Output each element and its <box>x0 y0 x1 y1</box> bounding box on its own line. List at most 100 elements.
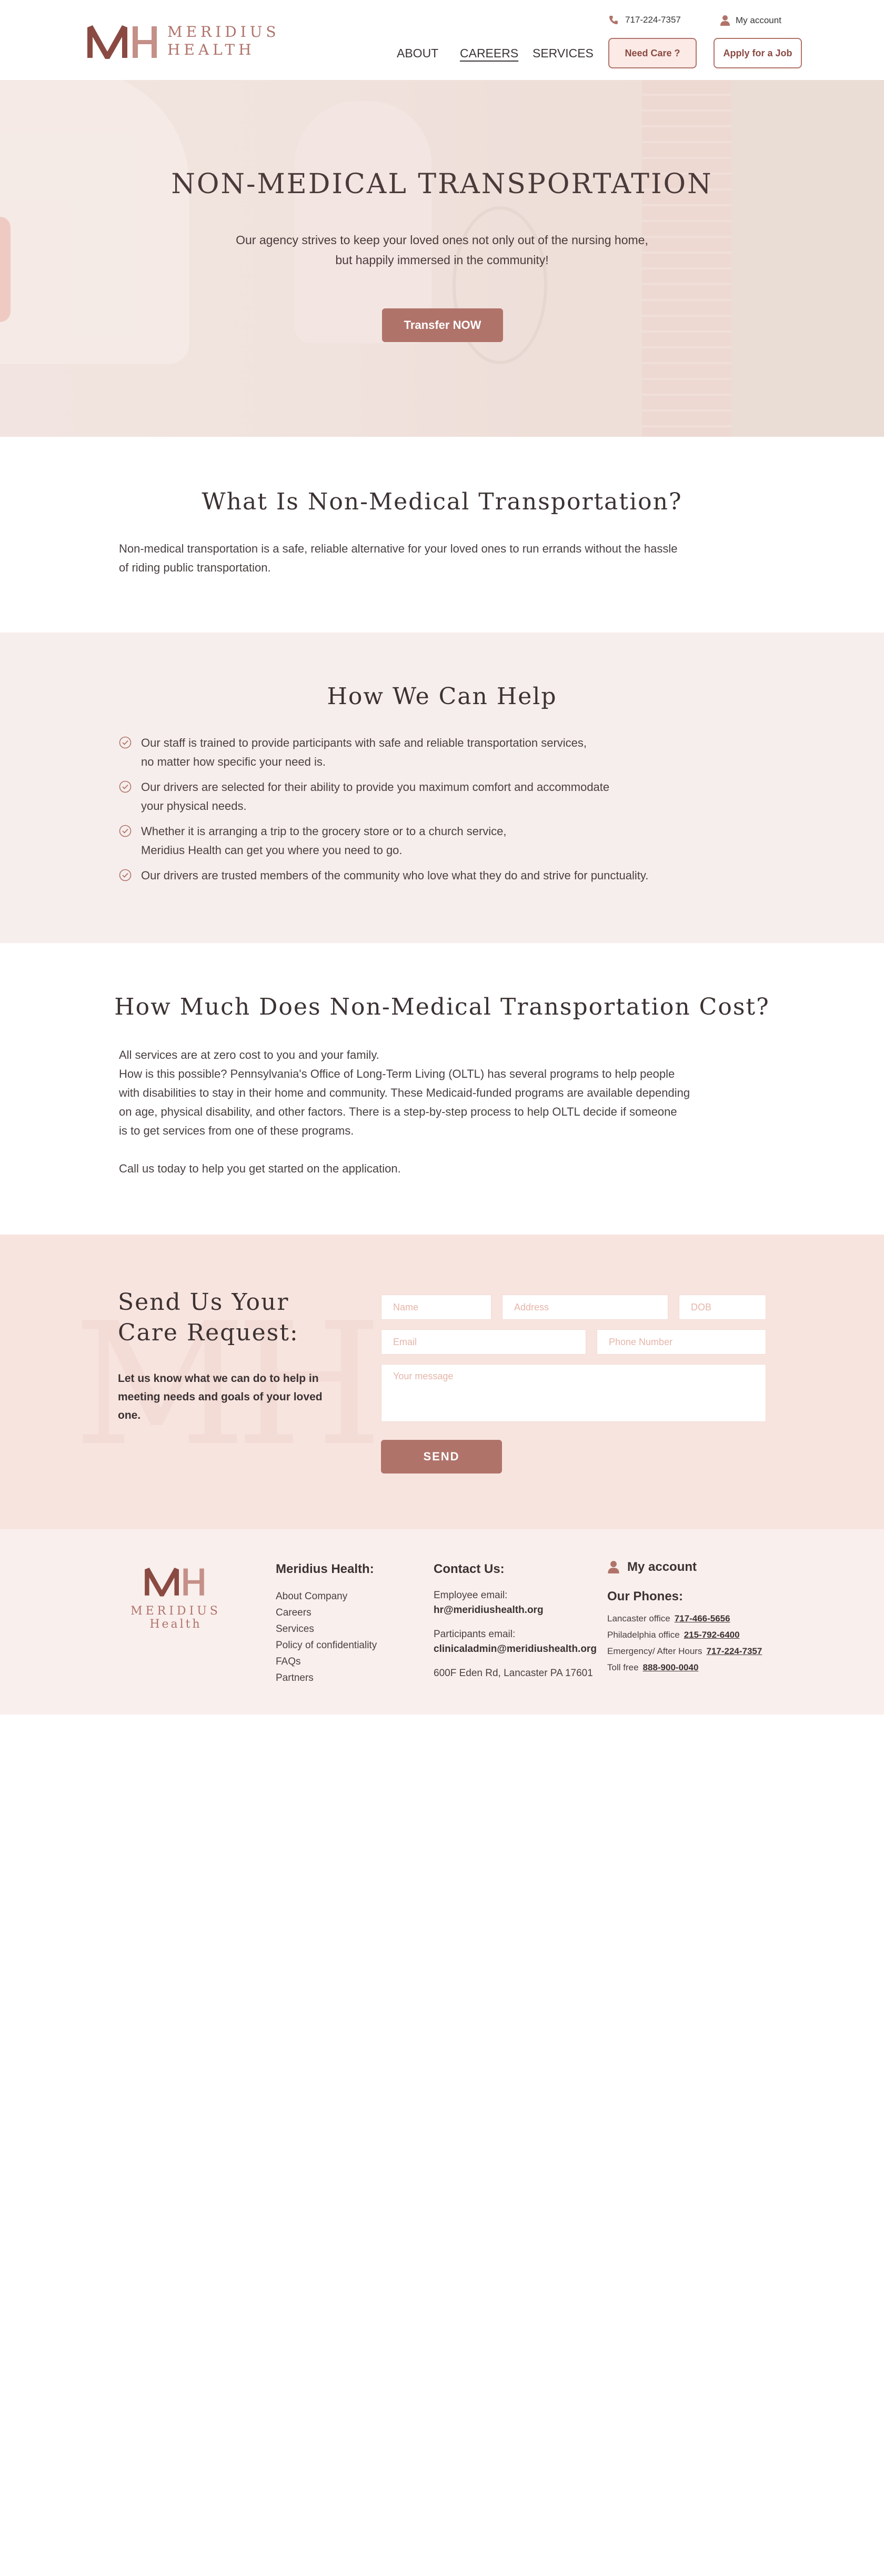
dob-field[interactable]: DOB <box>679 1295 766 1320</box>
logo-line-2: HEALTH <box>167 41 255 58</box>
logo-mark <box>84 21 163 61</box>
send-button[interactable]: SEND <box>381 1440 502 1474</box>
nav-about[interactable]: ABOUT <box>397 46 438 61</box>
user-icon <box>608 1561 619 1573</box>
footer-company-heading: Meridius Health: <box>276 1562 374 1576</box>
hero-subtitle-line-2: but happily immersed in the community! <box>335 253 549 267</box>
hero-subtitle: Our agency strives to keep your loved on… <box>205 230 679 270</box>
footer-link-policy[interactable]: Policy of confidentiality <box>276 1637 377 1653</box>
help-item-text: Whether it is arranging a trip to the gr… <box>141 822 507 860</box>
cost-line: How is this possible? Pennsylvania's Off… <box>119 1067 675 1080</box>
header-phone-number[interactable]: 717-224-7357 <box>625 15 681 25</box>
help-item: Our staff is trained to provide particip… <box>119 734 587 771</box>
help-title: How We Can Help <box>327 683 557 710</box>
footer-link-careers[interactable]: Careers <box>276 1605 377 1621</box>
cost-call-line: Call us today to help you get started on… <box>119 1162 401 1175</box>
footer-phones-heading: Our Phones: <box>607 1589 684 1603</box>
hero-title: NON-MEDICAL TRANSPORTATION <box>171 168 713 200</box>
logo-text: MERIDIUS HEALTH <box>167 23 280 59</box>
what-is-title: What Is Non-Medical Transportation? <box>202 488 682 515</box>
phone-row: Philadelphia office 215-792-6400 <box>607 1627 762 1643</box>
cost-line: with disabilities to stay in their home … <box>119 1086 690 1099</box>
footer-phones-col: My account Our Phones: Lancaster office 7… <box>607 1560 762 1676</box>
footer-address: 600F Eden Rd, Lancaster PA 17601 <box>434 1668 593 1679</box>
check-circle-icon <box>119 825 132 837</box>
logo[interactable]: MERIDIUS HEALTH <box>84 21 280 61</box>
phone-number-link[interactable]: 215-792-6400 <box>684 1630 740 1640</box>
phone-number-link[interactable]: 717-466-5656 <box>675 1613 730 1623</box>
participants-email-label: Participants email: <box>434 1629 516 1640</box>
header-phone[interactable]: 717-224-7357 <box>608 15 681 25</box>
care-request-title-line-2: Care Request: <box>118 1319 299 1346</box>
check-circle-icon <box>119 780 132 793</box>
help-section: How We Can Help Our staff is trained to … <box>0 633 884 943</box>
phone-label: Emergency/ After Hours <box>607 1646 702 1656</box>
care-request-title-line-1: Send Us Your <box>118 1289 289 1316</box>
nav-services[interactable]: SERVICES <box>533 46 594 61</box>
help-item: Whether it is arranging a trip to the gr… <box>119 822 507 860</box>
employee-email-label: Employee email: <box>434 1590 508 1601</box>
phone-label: Toll free <box>607 1662 639 1672</box>
check-circle-icon <box>119 736 132 749</box>
care-request-title: Send Us Your Care Request: <box>118 1287 299 1348</box>
phone-row: Emergency/ After Hours 717-224-7357 <box>607 1643 762 1659</box>
footer-link-faqs[interactable]: FAQs <box>276 1653 377 1670</box>
what-is-line-1: Non-medical transportation is a safe, re… <box>119 542 678 555</box>
phone-label: Philadelphia office <box>607 1630 680 1640</box>
phone-field[interactable]: Phone Number <box>597 1329 766 1355</box>
footer-link-services[interactable]: Services <box>276 1621 377 1637</box>
hero-banner: NON-MEDICAL TRANSPORTATION Our agency st… <box>0 80 884 437</box>
employee-email-link[interactable]: hr@meridiushealth.org <box>434 1603 597 1618</box>
care-request-section: MH Send Us Your Care Request: Let us kno… <box>0 1235 884 1529</box>
help-item-line-1: Our staff is trained to provide particip… <box>141 736 587 749</box>
apply-job-button[interactable]: Apply for a Job <box>714 38 802 68</box>
site-footer: MERIDIUS Health Meridius Health: About C… <box>0 1529 884 1715</box>
header-account-label[interactable]: My account <box>736 15 781 26</box>
cost-line: on age, physical disability, and other f… <box>119 1105 677 1118</box>
phone-icon <box>609 16 618 24</box>
user-icon <box>720 15 730 26</box>
phone-row: Toll free 888-900-0040 <box>607 1659 762 1676</box>
phone-number-link[interactable]: 717-224-7357 <box>706 1646 762 1656</box>
participants-email-link[interactable]: clinicaladmin@meridiushealth.org <box>434 1642 597 1657</box>
what-is-line-2: of riding public transportation. <box>119 561 271 574</box>
help-item-line-2: Meridius Health can get you where you ne… <box>141 844 403 857</box>
footer-company-col: Meridius Health: About Company Careers S… <box>276 1562 377 1686</box>
site-header: MERIDIUS HEALTH 717-224-7357 My account … <box>0 0 884 80</box>
cost-line: is to get services from one of these pro… <box>119 1124 354 1137</box>
transfer-now-button[interactable]: Transfer NOW <box>382 308 503 342</box>
help-item-line-1: Our drivers are trusted members of the c… <box>141 869 649 882</box>
footer-account-label[interactable]: My account <box>627 1560 697 1575</box>
address-field[interactable]: Address <box>502 1295 668 1320</box>
footer-logo[interactable]: MERIDIUS Health <box>128 1564 223 1631</box>
hero-subtitle-line-1: Our agency strives to keep your loved on… <box>236 233 648 247</box>
footer-contact-heading: Contact Us: <box>434 1562 505 1576</box>
help-item-line-2: your physical needs. <box>141 799 247 813</box>
message-field[interactable]: Your message <box>381 1364 766 1422</box>
footer-logo-line-2: Health <box>149 1618 202 1631</box>
phone-label: Lancaster office <box>607 1613 670 1623</box>
footer-link-partners[interactable]: Partners <box>276 1670 377 1686</box>
check-circle-icon <box>119 869 132 881</box>
help-item-line-1: Our drivers are selected for their abili… <box>141 780 610 794</box>
name-field[interactable]: Name <box>381 1295 491 1320</box>
footer-logo-line-1: MERIDIUS <box>130 1605 221 1618</box>
phone-number-link[interactable]: 888-900-0040 <box>643 1662 699 1672</box>
nav-careers[interactable]: CAREERS <box>460 46 518 61</box>
help-item: Our drivers are selected for their abili… <box>119 778 609 816</box>
help-item-line-1: Whether it is arranging a trip to the gr… <box>141 825 507 838</box>
footer-link-about[interactable]: About Company <box>276 1588 377 1605</box>
care-request-subtitle: Let us know what we can do to help in me… <box>118 1372 323 1421</box>
cost-text: All services are at zero cost to you and… <box>119 1046 690 1178</box>
footer-contact-col: Contact Us: Employee email: hr@meridiush… <box>434 1562 597 1681</box>
header-account[interactable]: My account <box>720 15 781 26</box>
phone-row: Lancaster office 717-466-5656 <box>607 1610 762 1627</box>
help-item-text: Our drivers are trusted members of the c… <box>141 866 648 885</box>
help-item-text: Our drivers are selected for their abili… <box>141 778 609 816</box>
email-field[interactable]: Email <box>381 1329 586 1355</box>
need-care-button[interactable]: Need Care ? <box>608 38 697 68</box>
footer-account[interactable]: My account <box>607 1560 762 1575</box>
cost-title: How Much Does Non-Medical Transportation… <box>114 994 770 1020</box>
logo-line-1: MERIDIUS <box>167 23 280 41</box>
help-item-text: Our staff is trained to provide particip… <box>141 734 587 771</box>
